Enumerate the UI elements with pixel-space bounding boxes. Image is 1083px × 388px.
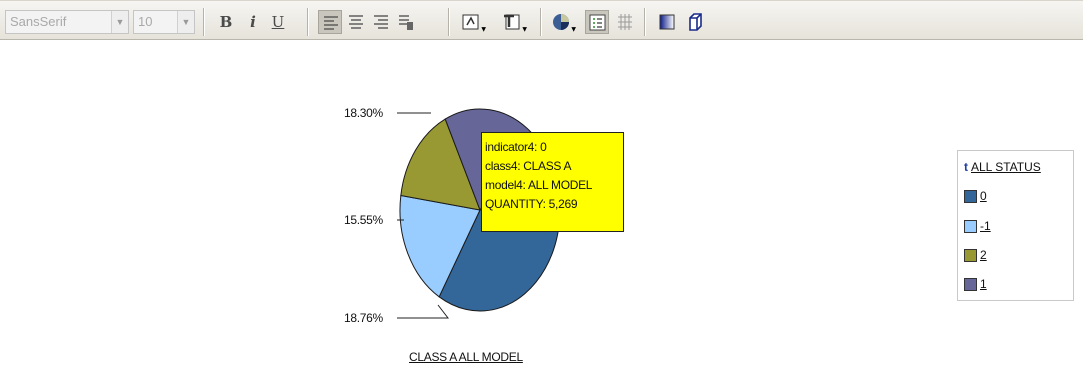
legend-item-label[interactable]: 2 (980, 248, 987, 262)
slice-tooltip: indicator4: 0 class4: CLASS A model4: AL… (481, 132, 624, 232)
legend-swatch (964, 190, 977, 203)
legend-title[interactable]: ALL STATUS (971, 160, 1041, 174)
data-label-slice-1: 18.30% (344, 106, 383, 120)
chart-legend: t ALL STATUS 0 -1 2 1 (957, 150, 1074, 301)
legend-swatch (964, 249, 977, 262)
legend-item-label[interactable]: -1 (980, 219, 991, 233)
sort-icon[interactable]: t (964, 160, 968, 174)
legend-header[interactable]: t ALL STATUS (964, 160, 1041, 174)
tooltip-model: model4: ALL MODEL (485, 178, 593, 192)
legend-item-label[interactable]: 0 (980, 189, 987, 203)
legend-item-label[interactable]: 1 (980, 277, 987, 291)
data-label-slice-2: 15.55% (344, 213, 383, 227)
leader-line (397, 304, 450, 319)
chart-title[interactable]: CLASS A ALL MODEL (409, 350, 523, 364)
data-label-slice-minus1: 18.76% (344, 311, 383, 325)
tooltip-quantity: QUANTITY: 5,269 (485, 197, 578, 211)
tooltip-class: class4: CLASS A (485, 159, 572, 173)
legend-swatch (964, 220, 977, 233)
tooltip-indicator: indicator4: 0 (485, 140, 547, 154)
legend-swatch (964, 278, 977, 291)
